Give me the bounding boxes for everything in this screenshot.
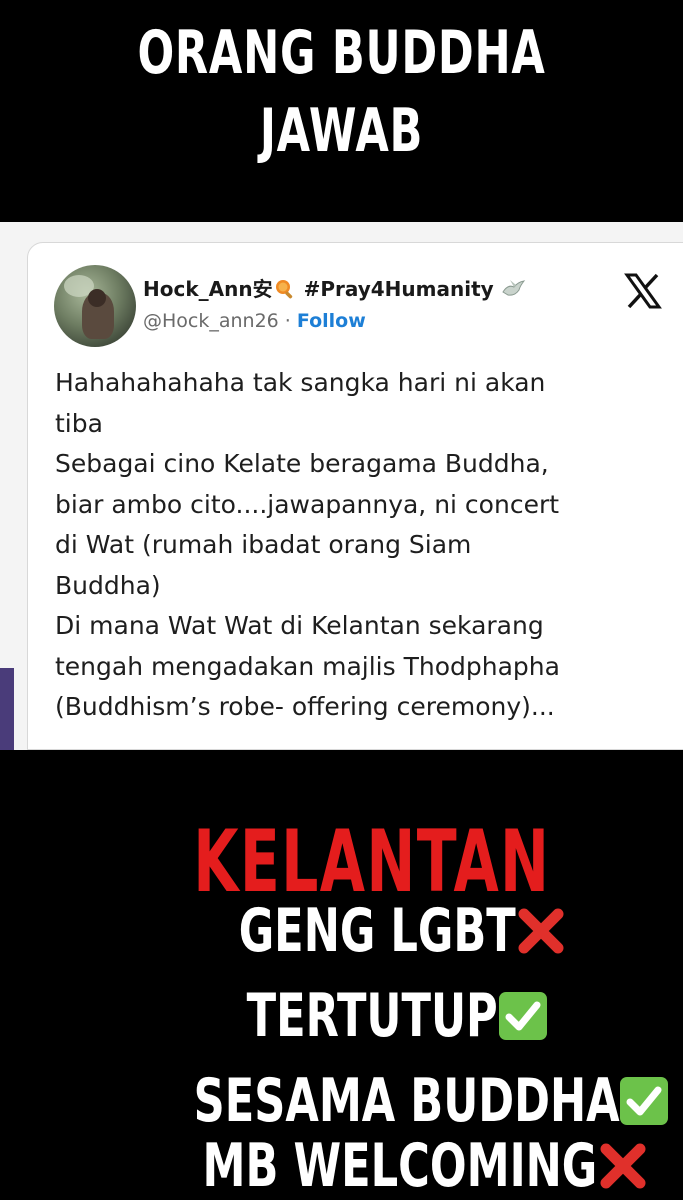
tweet-line: Sebagai cino Kelate beragama Buddha,: [55, 449, 549, 478]
status-label: SESAMA BUDDHA: [193, 1066, 620, 1137]
tweet-line: (Buddhism’s robe- offering ceremony)...: [55, 692, 555, 721]
status-label: MB WELCOMING: [202, 1131, 598, 1200]
check-mark-icon: [620, 1077, 669, 1126]
follow-button[interactable]: Follow: [297, 310, 366, 332]
user-name-row[interactable]: Hock_Ann安 #Pray4Humanity: [143, 273, 526, 302]
status-line-sesama-buddha: SESAMA BUDDHA: [8, 1063, 683, 1136]
user-handle-row: @Hock_ann26 · Follow: [143, 310, 366, 332]
status-label: TERTUTUP: [246, 981, 498, 1052]
avatar[interactable]: [54, 265, 136, 347]
accent-bar: [0, 668, 14, 750]
tweet-line: tiba: [55, 408, 103, 438]
dove-icon: [501, 280, 525, 296]
status-line-mb-welcoming: MB WELCOMING: [8, 1128, 683, 1200]
status-line-geng-lgbt: GENG LGBT: [8, 893, 683, 966]
status-line-tertutup: TERTUTUP: [8, 978, 683, 1051]
hashtag[interactable]: #Pray4Humanity: [304, 277, 494, 301]
status-label: GENG LGBT: [238, 896, 516, 967]
ping-pong-paddle-icon: [275, 280, 292, 299]
tweet-card: Hock_Ann安 #Pray4Humanity @Hock_ann26 · F…: [27, 242, 683, 750]
headline-line-2: JAWAB: [259, 96, 424, 166]
headline-line-1: ORANG BUDDHA: [137, 18, 546, 88]
tweet-line: biar ambo cito....jawapannya, ni concert: [55, 489, 560, 519]
tweet-body: Hahahahahaha tak sangka hari ni akan tib…: [55, 363, 665, 728]
cross-mark-icon: [518, 908, 564, 954]
cross-mark-icon: [600, 1143, 646, 1189]
separator: ·: [278, 310, 297, 332]
tweet-line: tengah mengadakan majlis Thodphapha: [55, 651, 560, 681]
tweet-line: Hahahahahaha tak sangka hari ni akan: [55, 368, 546, 397]
tweet-line: Di mana Wat Wat di Kelantan sekarang: [55, 611, 544, 640]
tweet-line: Buddha): [55, 570, 161, 600]
handle: @Hock_ann26: [143, 310, 279, 332]
display-name: Hock_Ann安: [143, 277, 273, 301]
tweet-line: di Wat (rumah ibadat orang Siam: [55, 530, 472, 559]
check-mark-icon: [498, 992, 547, 1041]
top-banner: ORANG BUDDHA JAWAB: [0, 0, 683, 222]
x-logo-icon[interactable]: [624, 273, 662, 309]
